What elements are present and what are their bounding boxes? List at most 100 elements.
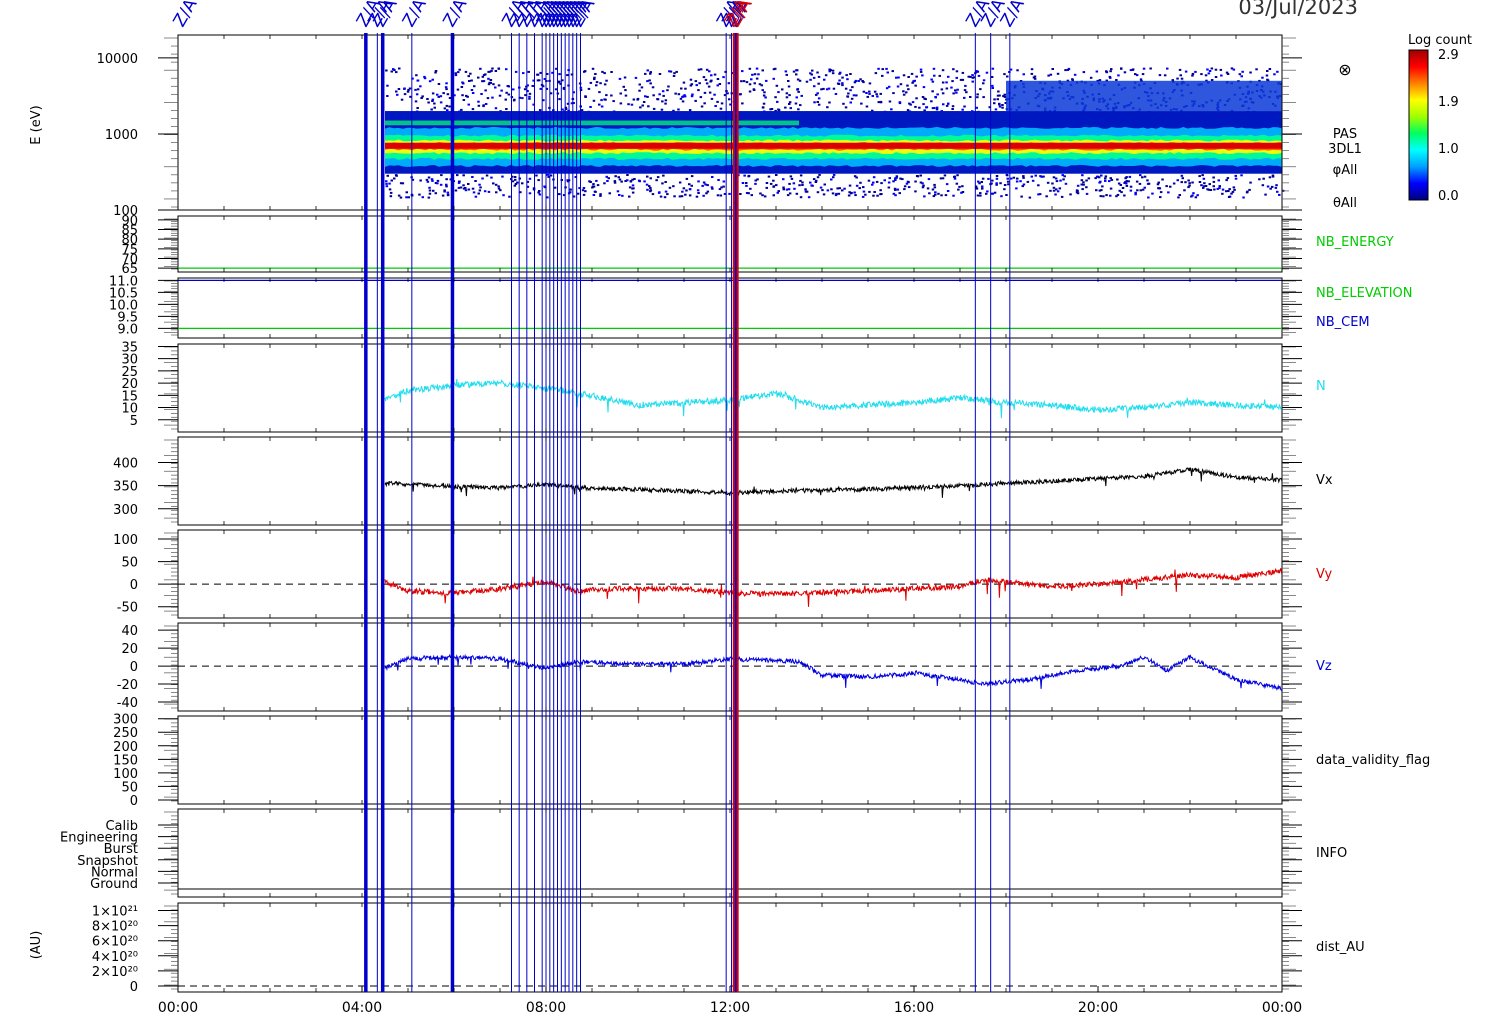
spectrogram-speck	[1214, 68, 1218, 71]
spectrogram-speck	[982, 79, 986, 82]
spectrogram-speck	[745, 81, 749, 84]
spectrogram-speck	[1208, 70, 1212, 72]
spectrogram-speck	[851, 86, 854, 89]
spectrogram-speck	[853, 175, 857, 178]
spectrogram-speck	[521, 182, 524, 185]
colorbar-title: Log count	[1408, 33, 1472, 48]
spectrogram-speck	[879, 101, 883, 104]
spectrogram-speck	[1030, 68, 1034, 71]
spectrogram-speck	[1049, 189, 1052, 192]
spectrogram-speck	[674, 92, 677, 95]
spectrogram-speck	[419, 179, 422, 182]
spectrogram-speck	[457, 181, 461, 184]
spectrogram-speck	[798, 79, 802, 82]
spectrogram-speck	[631, 184, 635, 187]
spectrogram-speck	[748, 67, 752, 70]
x-tick-label: 08:00	[526, 1000, 566, 1016]
spectrogram-speck	[871, 95, 874, 97]
spectrogram-speck	[617, 176, 620, 179]
spectrogram-speck	[976, 93, 979, 96]
spectrogram-speck	[764, 96, 767, 99]
spectrogram-speck	[638, 89, 641, 92]
spectrogram-speck	[426, 98, 429, 100]
spectrogram-speck	[835, 192, 838, 195]
spectrogram-speck	[928, 192, 931, 195]
spectrogram-speck	[848, 184, 852, 187]
spectrogram-speck	[1062, 178, 1065, 181]
spectrogram-speck	[809, 181, 812, 184]
spectrogram-speck	[393, 177, 396, 180]
spectrogram-speck	[716, 100, 719, 103]
spectrogram-speck	[626, 179, 629, 182]
spectrogram-speck	[977, 74, 981, 77]
spectrogram-speck	[425, 178, 429, 181]
spectrogram-speck	[1159, 196, 1162, 199]
spectrogram-speck	[471, 108, 475, 111]
spectrogram-speck	[998, 103, 1001, 106]
spectrogram-speck	[695, 195, 699, 198]
spectrogram-speck	[464, 70, 468, 73]
spectrogram-speck	[937, 192, 940, 195]
spectrogram-speck	[914, 105, 917, 108]
spectrogram-speck	[600, 105, 604, 108]
spectrogram-speck	[386, 174, 389, 177]
spectrogram-speck	[566, 74, 569, 77]
spectrogram-speck	[390, 179, 393, 182]
spectrogram-speck	[645, 183, 649, 186]
spectrogram-speck	[522, 72, 525, 75]
spectrogram-speck	[1075, 191, 1079, 194]
spectrogram-speck	[644, 72, 647, 75]
y-tick-label: 2×10²⁰	[92, 965, 138, 980]
spectrogram-speck	[1261, 76, 1264, 79]
spectrogram-speck	[1269, 187, 1272, 190]
spectrogram-speck	[473, 85, 476, 88]
spectrogram-speck	[885, 67, 888, 70]
spectrogram-speck	[652, 107, 656, 110]
spectrogram-speck	[993, 102, 996, 105]
spectrogram-speck	[537, 179, 540, 182]
spectrogram-speck	[594, 190, 597, 193]
spectrogram-speck	[862, 190, 866, 193]
spectrogram-speck	[689, 84, 693, 87]
spectrogram-speck	[1240, 75, 1243, 78]
spectrogram-speck	[414, 88, 417, 91]
spectrogram-speck	[873, 191, 876, 193]
spectrogram-speck	[828, 68, 831, 71]
panel-vx: 400 350 300 Vx	[113, 436, 1333, 526]
spectrogram-speck	[841, 84, 844, 87]
spectrogram-speck	[907, 88, 910, 91]
spectrogram-speck	[639, 106, 642, 109]
spectrogram-speck	[716, 78, 720, 80]
spectrogram-speck	[936, 93, 939, 96]
spectrogram-speck	[1179, 74, 1182, 77]
spectrogram-speck	[880, 182, 883, 185]
spectrogram-speck	[1108, 75, 1112, 78]
spectrogram-speck	[813, 101, 816, 104]
spectrogram-speck	[938, 74, 941, 77]
spectrogram-speck	[738, 93, 742, 96]
spectrogram-speck	[409, 95, 412, 98]
spectrogram-speck	[797, 108, 800, 111]
y-tick-label: 50	[121, 556, 138, 571]
spectrogram-speck	[469, 72, 472, 75]
spectrogram-speck	[1141, 176, 1144, 179]
spectrogram-speck	[795, 73, 798, 76]
spectrogram-speck	[528, 97, 531, 100]
spectrogram-speck	[982, 82, 985, 85]
spectrogram-speck	[817, 97, 821, 100]
spectrogram-speck	[385, 185, 389, 188]
x-tick-label: 20:00	[1078, 1000, 1118, 1016]
spectrogram-speck	[389, 195, 393, 198]
spectrogram-speck	[785, 96, 789, 99]
spectrogram-speck	[719, 107, 723, 110]
spectrogram-speck	[535, 174, 538, 177]
panel-elev: 11.010.510.09.59.0NB_ELEVATIONNB_CEM	[109, 274, 1413, 339]
spectrogram-speck	[1085, 186, 1088, 189]
x-tick-label: 12:00	[710, 1000, 750, 1016]
spectrogram-speck	[467, 188, 471, 191]
spectrogram-speck	[468, 80, 471, 82]
spectrogram-speck	[385, 182, 388, 185]
spectrogram-speck	[385, 180, 388, 183]
spectrogram-speck	[456, 174, 459, 177]
spectrogram-speck	[1104, 179, 1107, 182]
